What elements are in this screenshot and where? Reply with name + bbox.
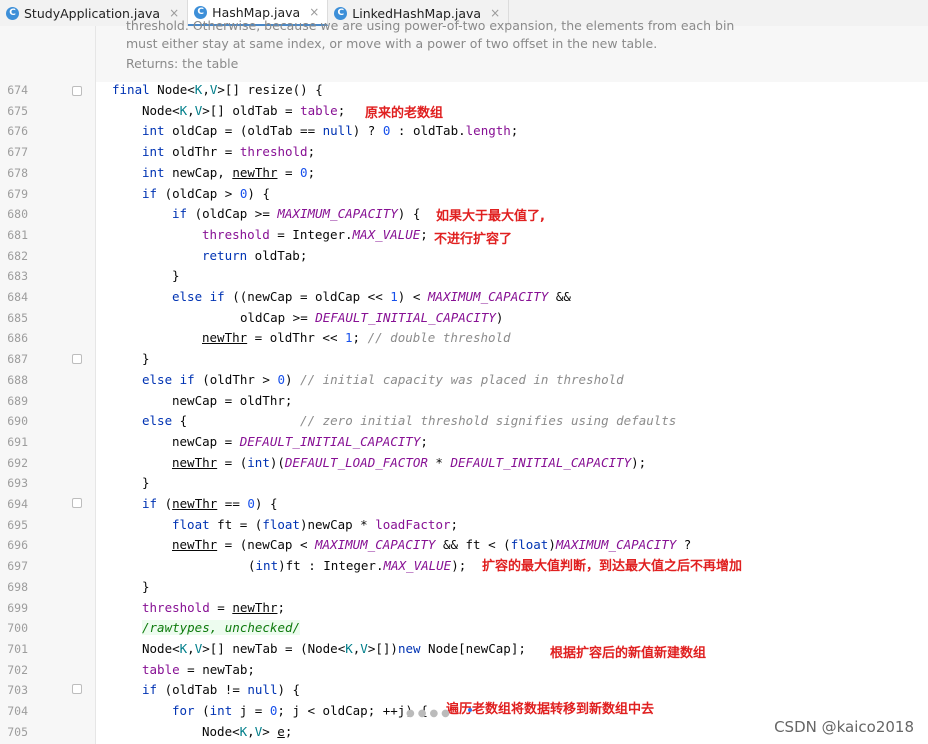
javadoc-line: threshold. Otherwise, because we are usi… — [126, 18, 735, 33]
code-line: if (newThr == 0) { — [142, 496, 278, 511]
javadoc-returns: Returns: the table — [126, 56, 239, 71]
code-line: int oldThr = threshold; — [142, 144, 316, 160]
code-line: else if (oldThr > 0) // initial capacity… — [142, 371, 624, 387]
line-number: 680 — [7, 207, 28, 222]
fold-marker-icon[interactable] — [72, 354, 82, 364]
line-number: 678 — [7, 165, 28, 180]
line-number: 683 — [7, 269, 28, 284]
code-line: } — [142, 475, 150, 491]
code-line: /rawtypes, unchecked/ — [142, 620, 301, 636]
line-number: 676 — [7, 124, 28, 139]
code-line: Node<K,V> e; — [202, 723, 293, 739]
line-number: 697 — [7, 559, 28, 574]
line-number: 677 — [7, 145, 28, 160]
annotation-exceeds-max: 如果大于最大值了, — [436, 209, 545, 224]
annotation-max-check: 扩容的最大值判断，到达最大值之后不再增加 — [482, 559, 743, 574]
code-line: threshold = Integer.MAX_VALUE; — [202, 226, 428, 242]
rendered-javadoc: threshold. Otherwise, because we are usi… — [96, 18, 928, 82]
code-line: Node<K,V>[] oldTab = table; — [142, 102, 346, 118]
java-class-icon: C — [194, 5, 208, 19]
gutter-divider — [95, 26, 96, 744]
line-number: 699 — [7, 600, 28, 615]
java-class-icon: C — [6, 6, 19, 20]
line-number: 682 — [7, 248, 28, 263]
code-line: newThr = (newCap < MAXIMUM_CAPACITY && f… — [172, 537, 692, 553]
line-number: 691 — [7, 434, 28, 449]
loading-dot-active — [468, 708, 472, 712]
code-line: if (oldCap > 0) { — [142, 185, 270, 201]
line-number: 688 — [7, 372, 28, 387]
line-number: 684 — [7, 290, 28, 304]
line-number: 681 — [7, 227, 28, 242]
annotation-no-expand: 不进行扩容了 — [434, 232, 513, 247]
javadoc-line: must either stay at same index, or move … — [126, 36, 658, 51]
fold-marker-icon[interactable] — [72, 86, 82, 96]
loading-dots: ●●●● — [406, 708, 453, 719]
fold-marker-icon[interactable] — [72, 498, 82, 508]
code-line: return oldTab; — [202, 247, 308, 263]
line-number: 701 — [7, 641, 28, 656]
code-line: newThr = (int)(DEFAULT_LOAD_FACTOR * DEF… — [172, 454, 647, 470]
line-number: 704 — [7, 704, 28, 718]
close-icon[interactable]: × — [309, 5, 319, 19]
annotation-transfer-data: 遍历老数组将数据转移到新数组中去 — [446, 702, 655, 717]
code-line: (int)ft : Integer.MAX_VALUE); — [248, 558, 467, 574]
code-line: float ft = (float)newCap * loadFactor; — [172, 516, 459, 532]
code-line: newThr = oldThr << 1; // double threshol… — [202, 330, 511, 346]
line-number: 698 — [7, 579, 28, 594]
line-number: 674 — [7, 83, 28, 97]
line-number: 694 — [7, 497, 28, 511]
line-number: 690 — [7, 414, 28, 429]
line-number: 693 — [7, 476, 28, 491]
line-number: 703 — [7, 683, 28, 698]
code-line: threshold = newThr; — [142, 599, 285, 615]
line-number: 695 — [7, 517, 28, 532]
code-line: Node<K,V>[] newTab = (Node<K,V>[])new No… — [142, 640, 526, 656]
line-number: 689 — [7, 393, 28, 408]
code-line: table = newTab; — [142, 661, 255, 677]
code-line: newCap = oldThr; — [172, 392, 293, 408]
code-line: int newCap, newThr = 0; — [142, 164, 316, 180]
code-line: } — [142, 351, 150, 367]
line-number: 705 — [7, 724, 28, 739]
line-number: 686 — [7, 331, 28, 346]
line-number: 696 — [7, 538, 28, 553]
code-line: else { // zero initial threshold signifi… — [142, 413, 677, 429]
watermark: CSDN @kaico2018 — [774, 718, 914, 736]
code-line: for (int j = 0; j < oldCap; ++j) { — [172, 703, 428, 718]
code-line: int oldCap = (oldTab == null) ? 0 : oldT… — [142, 123, 519, 139]
annotation-new-array: 根据扩容后的新值新建数组 — [550, 646, 707, 661]
line-number: 700 — [7, 621, 28, 636]
code-line: } — [172, 268, 180, 284]
line-number: 702 — [7, 662, 28, 677]
line-number: 692 — [7, 455, 28, 470]
fold-marker-icon[interactable] — [72, 684, 82, 694]
code-line: if (oldCap >= MAXIMUM_CAPACITY) { — [172, 206, 421, 222]
line-number: 679 — [7, 186, 28, 201]
line-number: 685 — [7, 310, 28, 325]
code-line: newCap = DEFAULT_INITIAL_CAPACITY; — [172, 433, 428, 449]
code-line: final Node<K,V>[] resize() { — [112, 82, 323, 97]
line-number: 687 — [7, 352, 28, 367]
line-number: 675 — [7, 103, 28, 118]
code-line: else if ((newCap = oldCap << 1) < MAXIMU… — [172, 289, 571, 304]
annotation-old-array: 原来的老数组 — [365, 106, 444, 121]
code-line: if (oldTab != null) { — [142, 682, 301, 698]
code-line: } — [142, 578, 150, 594]
code-line: oldCap >= DEFAULT_INITIAL_CAPACITY) — [240, 309, 504, 325]
